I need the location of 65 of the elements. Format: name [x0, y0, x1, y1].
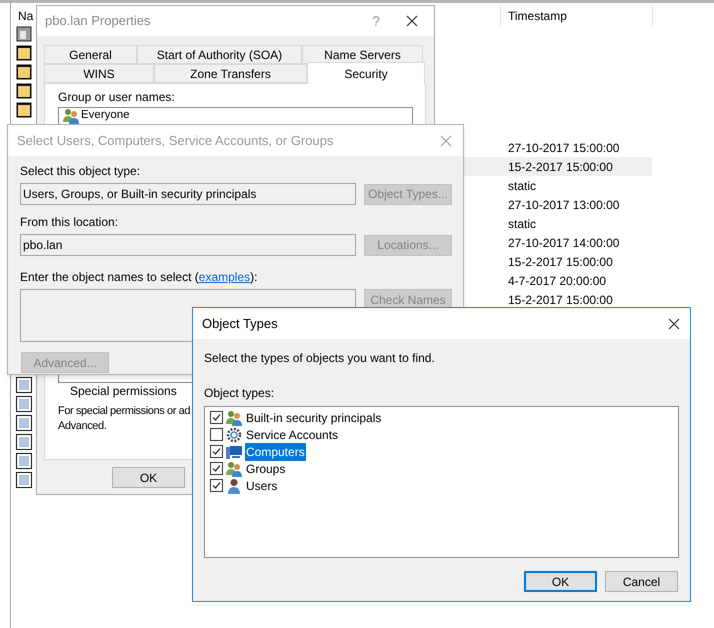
users-icon	[226, 410, 242, 426]
names-label: Enter the object names to select (examples):	[20, 269, 258, 286]
folder-icon	[16, 102, 32, 118]
list-label: Object types:	[204, 385, 276, 402]
checkbox[interactable]	[210, 462, 223, 475]
timestamp-cell-text: 4-7-2017 20:00:00	[508, 272, 606, 290]
examples-link[interactable]: examples	[198, 270, 250, 284]
dialog-button[interactable]: Cancel	[605, 571, 678, 592]
record-icon	[16, 472, 32, 488]
check-icon	[212, 413, 221, 422]
tab[interactable]: General	[44, 45, 137, 64]
gear-icon	[226, 426, 242, 442]
close-icon[interactable]	[406, 15, 418, 27]
tab[interactable]: WINS	[44, 64, 154, 83]
close-icon[interactable]	[668, 318, 680, 330]
timestamp-cell-text: 15-2-2017 15:00:00	[508, 292, 613, 308]
object-type-item[interactable]: Computers	[245, 442, 306, 460]
tab[interactable]: Security	[307, 62, 425, 84]
group-label: Group or user names:	[58, 89, 176, 106]
principal-name[interactable]: Everyone	[81, 109, 130, 122]
window-title: pbo.lan Properties	[45, 12, 152, 30]
folder-icon	[16, 82, 32, 98]
folder-icon	[16, 44, 32, 60]
checkbox[interactable]	[210, 445, 223, 458]
folder-icon	[16, 64, 32, 80]
tab[interactable]: Start of Authority (SOA)	[137, 45, 302, 64]
object-type-item[interactable]: Service Accounts	[245, 426, 340, 444]
record-icon	[16, 396, 32, 412]
object-type-item[interactable]: Built-in security principals	[245, 408, 382, 426]
note-text: For special permissions or ad	[58, 404, 190, 419]
record-icon	[16, 452, 32, 468]
computer-icon	[226, 444, 242, 460]
field-label: Select this object type:	[20, 163, 142, 180]
timestamp-cell-text: static	[508, 216, 536, 232]
timestamp-cell-text: 27-10-2017 15:00:00	[508, 140, 620, 156]
object-type-item[interactable]: Groups	[245, 460, 286, 478]
window-title: Object Types	[202, 314, 279, 333]
record-icon	[16, 434, 32, 450]
user-icon	[226, 478, 242, 494]
checkbox[interactable]	[210, 479, 223, 492]
timestamp-cell-text: 27-10-2017 13:00:00	[508, 196, 620, 214]
field-label: From this location:	[20, 214, 120, 231]
permission-entry: Special permissions	[70, 383, 177, 400]
tab[interactable]: Name Servers	[302, 45, 423, 64]
timestamp-cell-text: 15-2-2017 15:00:00	[508, 254, 613, 270]
object-type-field: Users, Groups, or Built-in security principals	[20, 183, 356, 205]
timestamp-cell-text: 27-10-2017 14:00:00	[508, 234, 620, 252]
checkbox[interactable]	[210, 411, 223, 424]
window-title: Select Users, Computers, Service Accounts, or Groups	[17, 132, 334, 150]
ok-button[interactable]: OK	[112, 467, 185, 488]
timestamp-cell-text: 15-2-2017 15:00:00	[508, 158, 613, 176]
description-text: Select the types of objects you want to find.	[204, 350, 436, 367]
record-icon	[16, 376, 32, 392]
location-field: pbo.lan	[20, 234, 356, 256]
document-icon	[16, 26, 32, 42]
note-text: Advanced.	[58, 419, 106, 434]
tab[interactable]: Zone Transfers	[154, 64, 307, 83]
users-icon	[226, 460, 242, 476]
record-icon	[16, 414, 32, 430]
column-header[interactable]: Timestamp	[508, 6, 652, 24]
users-icon	[63, 108, 79, 124]
object-type-item[interactable]: Users	[245, 476, 278, 494]
dialog-button[interactable]: OK	[524, 571, 597, 592]
checkbox[interactable]	[210, 428, 223, 441]
timestamp-cell-text: static	[508, 178, 536, 194]
